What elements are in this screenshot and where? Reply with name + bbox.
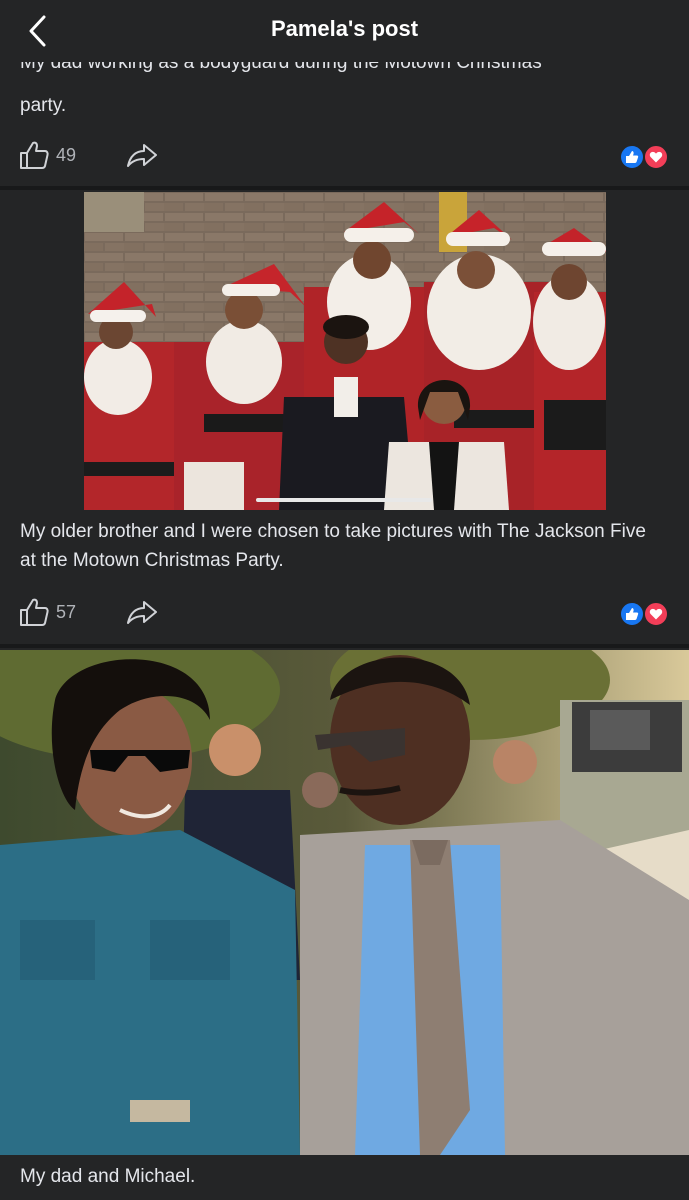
scroll-indicator <box>256 498 432 502</box>
post-photo-dad-and-michael[interactable] <box>0 650 689 1155</box>
page-title: Pamela's post <box>270 16 419 41</box>
like-button[interactable]: 49 <box>18 138 76 172</box>
like-count: 49 <box>56 144 77 165</box>
like-count: 57 <box>56 601 77 622</box>
love-reaction-icon <box>643 601 669 627</box>
post-caption-line-2: party. <box>20 95 67 116</box>
thumbs-up-icon <box>20 598 49 626</box>
post-actions: 49 <box>0 134 689 174</box>
post-caption: My dad and Michael. <box>20 1166 196 1187</box>
post-divider <box>0 186 689 190</box>
like-button[interactable]: 57 <box>18 595 76 629</box>
post-caption: My older brother and I were chosen to ta… <box>20 521 646 571</box>
thumbs-up-icon <box>20 141 49 169</box>
post-photo-christmas-party[interactable] <box>84 192 606 510</box>
reaction-summary[interactable] <box>619 144 671 172</box>
like-reaction-icon <box>619 601 645 627</box>
share-button[interactable] <box>124 138 160 172</box>
share-arrow-icon <box>127 144 157 167</box>
post-header: Pamela's post <box>0 0 689 62</box>
post-divider <box>0 644 689 648</box>
share-arrow-icon <box>127 601 157 624</box>
love-reaction-icon <box>643 144 669 170</box>
share-button[interactable] <box>124 595 160 629</box>
post-actions: 57 <box>0 591 689 631</box>
like-reaction-icon <box>619 144 645 170</box>
dad-and-michael-photo-illustration <box>0 650 689 1155</box>
christmas-photo-illustration <box>84 192 606 510</box>
reaction-summary[interactable] <box>619 601 671 629</box>
